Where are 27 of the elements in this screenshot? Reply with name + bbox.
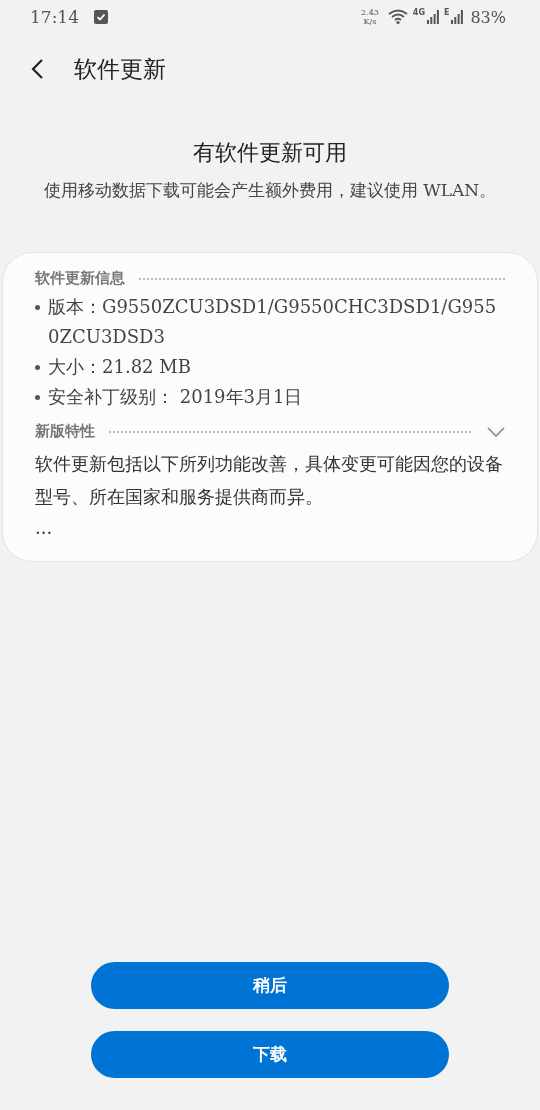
bullet-icon <box>35 305 40 310</box>
features-text: 软件更新包括以下所列功能改善，具体变更可能因您的设备型号、所在国家和服务提供商而异。 <box>35 452 504 509</box>
network-speed-unit: K/s <box>363 17 377 26</box>
network-type: 4G <box>412 8 425 17</box>
info-item: 版本：G9550ZCU3DSD1/G9550CHC3DSD1/G9550ZCU3DSD3 <box>48 295 498 349</box>
signal-icon <box>426 10 439 24</box>
section-heading: 新版特性 <box>35 422 95 441</box>
more-text: ... <box>35 516 54 540</box>
network-type: E <box>443 8 450 17</box>
chevron-icon[interactable] <box>487 426 505 437</box>
wifi-icon <box>387 9 408 25</box>
page-title: 软件更新 <box>74 54 166 84</box>
section-heading: 软件更新信息 <box>35 269 125 288</box>
later-button[interactable]: 稍后 <box>91 962 449 1009</box>
notice-message: 使用移动数据下载可能会产生额外费用，建议使用 WLAN。 <box>42 179 498 202</box>
bullet-icon <box>35 395 40 400</box>
info-item: 大小：21.82 MB <box>48 355 191 379</box>
notice-title: 有软件更新可用 <box>192 139 348 167</box>
download-button[interactable]: 下载 <box>91 1031 449 1078</box>
signal-icon <box>451 10 464 24</box>
battery-percent: 83% <box>470 7 506 27</box>
bullet-icon <box>35 365 40 370</box>
network-speed-value: 2.43 <box>361 8 379 17</box>
info-item: 安全补丁级别： 2019年3月1日 <box>48 385 303 409</box>
status-time: 17:14 <box>30 7 79 27</box>
checkbox-notification-icon <box>94 10 108 24</box>
back-icon[interactable] <box>30 58 44 80</box>
